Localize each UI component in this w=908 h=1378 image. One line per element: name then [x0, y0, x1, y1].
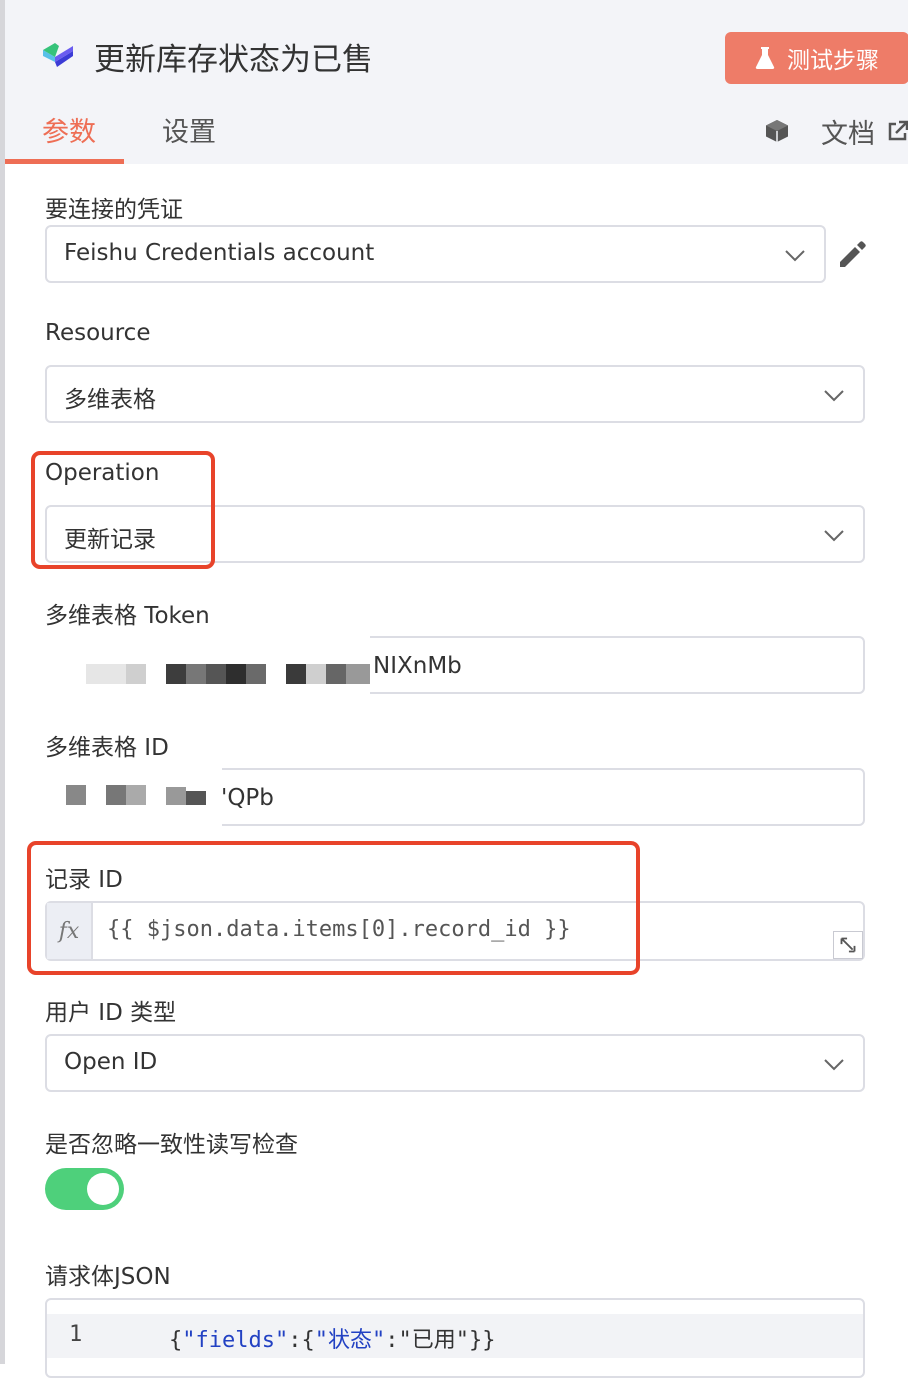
credential-value: Feishu Credentials account: [64, 240, 375, 266]
resource-value: 多维表格: [64, 387, 156, 413]
active-tab-indicator: [5, 159, 124, 164]
chevron-down-icon: [785, 250, 805, 262]
code-line: 1 {"fields":{"状态":"已用"}}: [47, 1314, 863, 1358]
toggle-knob: [87, 1173, 119, 1205]
pencil-icon[interactable]: [836, 238, 868, 270]
flask-icon: [755, 47, 775, 69]
resource-label: Resource: [45, 320, 151, 346]
expand-icon[interactable]: [833, 931, 863, 959]
record-id-highlight-box: [27, 841, 640, 975]
chevron-down-icon: [824, 1059, 844, 1071]
docs-link[interactable]: 文档: [821, 112, 875, 151]
node-header: 更新库存状态为已售 测试步骤 参数 设置 文档: [5, 0, 908, 164]
ignore-consistency-label: 是否忽略一致性读写检查: [45, 1132, 298, 1158]
operation-highlight-box: [31, 451, 215, 569]
code-token: {: [169, 1328, 183, 1353]
app-token-label: 多维表格 Token: [45, 603, 210, 629]
redaction-pixel: [166, 664, 186, 684]
chevron-down-icon: [824, 390, 844, 402]
tab-params[interactable]: 参数: [42, 110, 96, 149]
chevron-down-icon: [824, 530, 844, 542]
code-token: "fields": [182, 1328, 289, 1353]
user-id-type-label: 用户 ID 类型: [45, 1000, 177, 1026]
line-number: 1: [69, 1322, 83, 1347]
redaction-pixel: [246, 664, 266, 684]
n8n-logo-icon: [43, 43, 73, 67]
code-token: "状态": [314, 1328, 386, 1353]
node-title: 更新库存状态为已售: [94, 42, 373, 78]
code-content: {"fields":{"状态":"已用"}}: [169, 1322, 495, 1354]
redaction-pixel: [66, 785, 86, 805]
redaction-pixel: [186, 791, 206, 805]
tab-settings[interactable]: 设置: [162, 110, 216, 149]
app-token-value: NIXnMb: [373, 653, 462, 679]
redaction-pixel: [86, 664, 126, 684]
request-body-editor[interactable]: 1 {"fields":{"状态":"已用"}}: [45, 1298, 865, 1378]
test-step-label: 测试步骤: [787, 48, 879, 74]
credential-label: 要连接的凭证: [45, 197, 183, 223]
code-token: :{: [288, 1328, 315, 1353]
redaction-pixel: [226, 664, 246, 684]
redaction-pixel: [286, 664, 306, 684]
table-id-label: 多维表格 ID: [45, 735, 169, 761]
test-step-button[interactable]: 测试步骤: [725, 32, 908, 84]
redaction-pixel: [346, 664, 370, 684]
redaction-pixel: [126, 785, 146, 805]
code-token: :: [385, 1328, 399, 1353]
user-id-type-value: Open ID: [64, 1049, 158, 1075]
resource-select[interactable]: 多维表格: [45, 365, 865, 423]
redaction-pixel: [106, 785, 126, 805]
redaction-pixel: [166, 787, 186, 805]
external-link-icon[interactable]: [887, 120, 908, 142]
redaction-pixel: [206, 664, 226, 684]
left-panel-edge: [0, 0, 5, 1364]
code-token: "已用": [398, 1328, 469, 1353]
redaction-pixel: [186, 664, 206, 684]
credential-select[interactable]: Feishu Credentials account: [45, 225, 826, 283]
code-token: }}: [468, 1328, 496, 1353]
user-id-type-select[interactable]: Open ID: [45, 1034, 865, 1092]
redaction-pixel: [306, 664, 326, 684]
cube-icon[interactable]: [763, 117, 791, 145]
table-id-value: 'QPb: [221, 785, 274, 811]
request-body-label: 请求体JSON: [45, 1264, 171, 1290]
redaction-pixel: [126, 664, 146, 684]
redaction-pixel: [326, 664, 346, 684]
ignore-consistency-toggle[interactable]: [45, 1168, 124, 1210]
